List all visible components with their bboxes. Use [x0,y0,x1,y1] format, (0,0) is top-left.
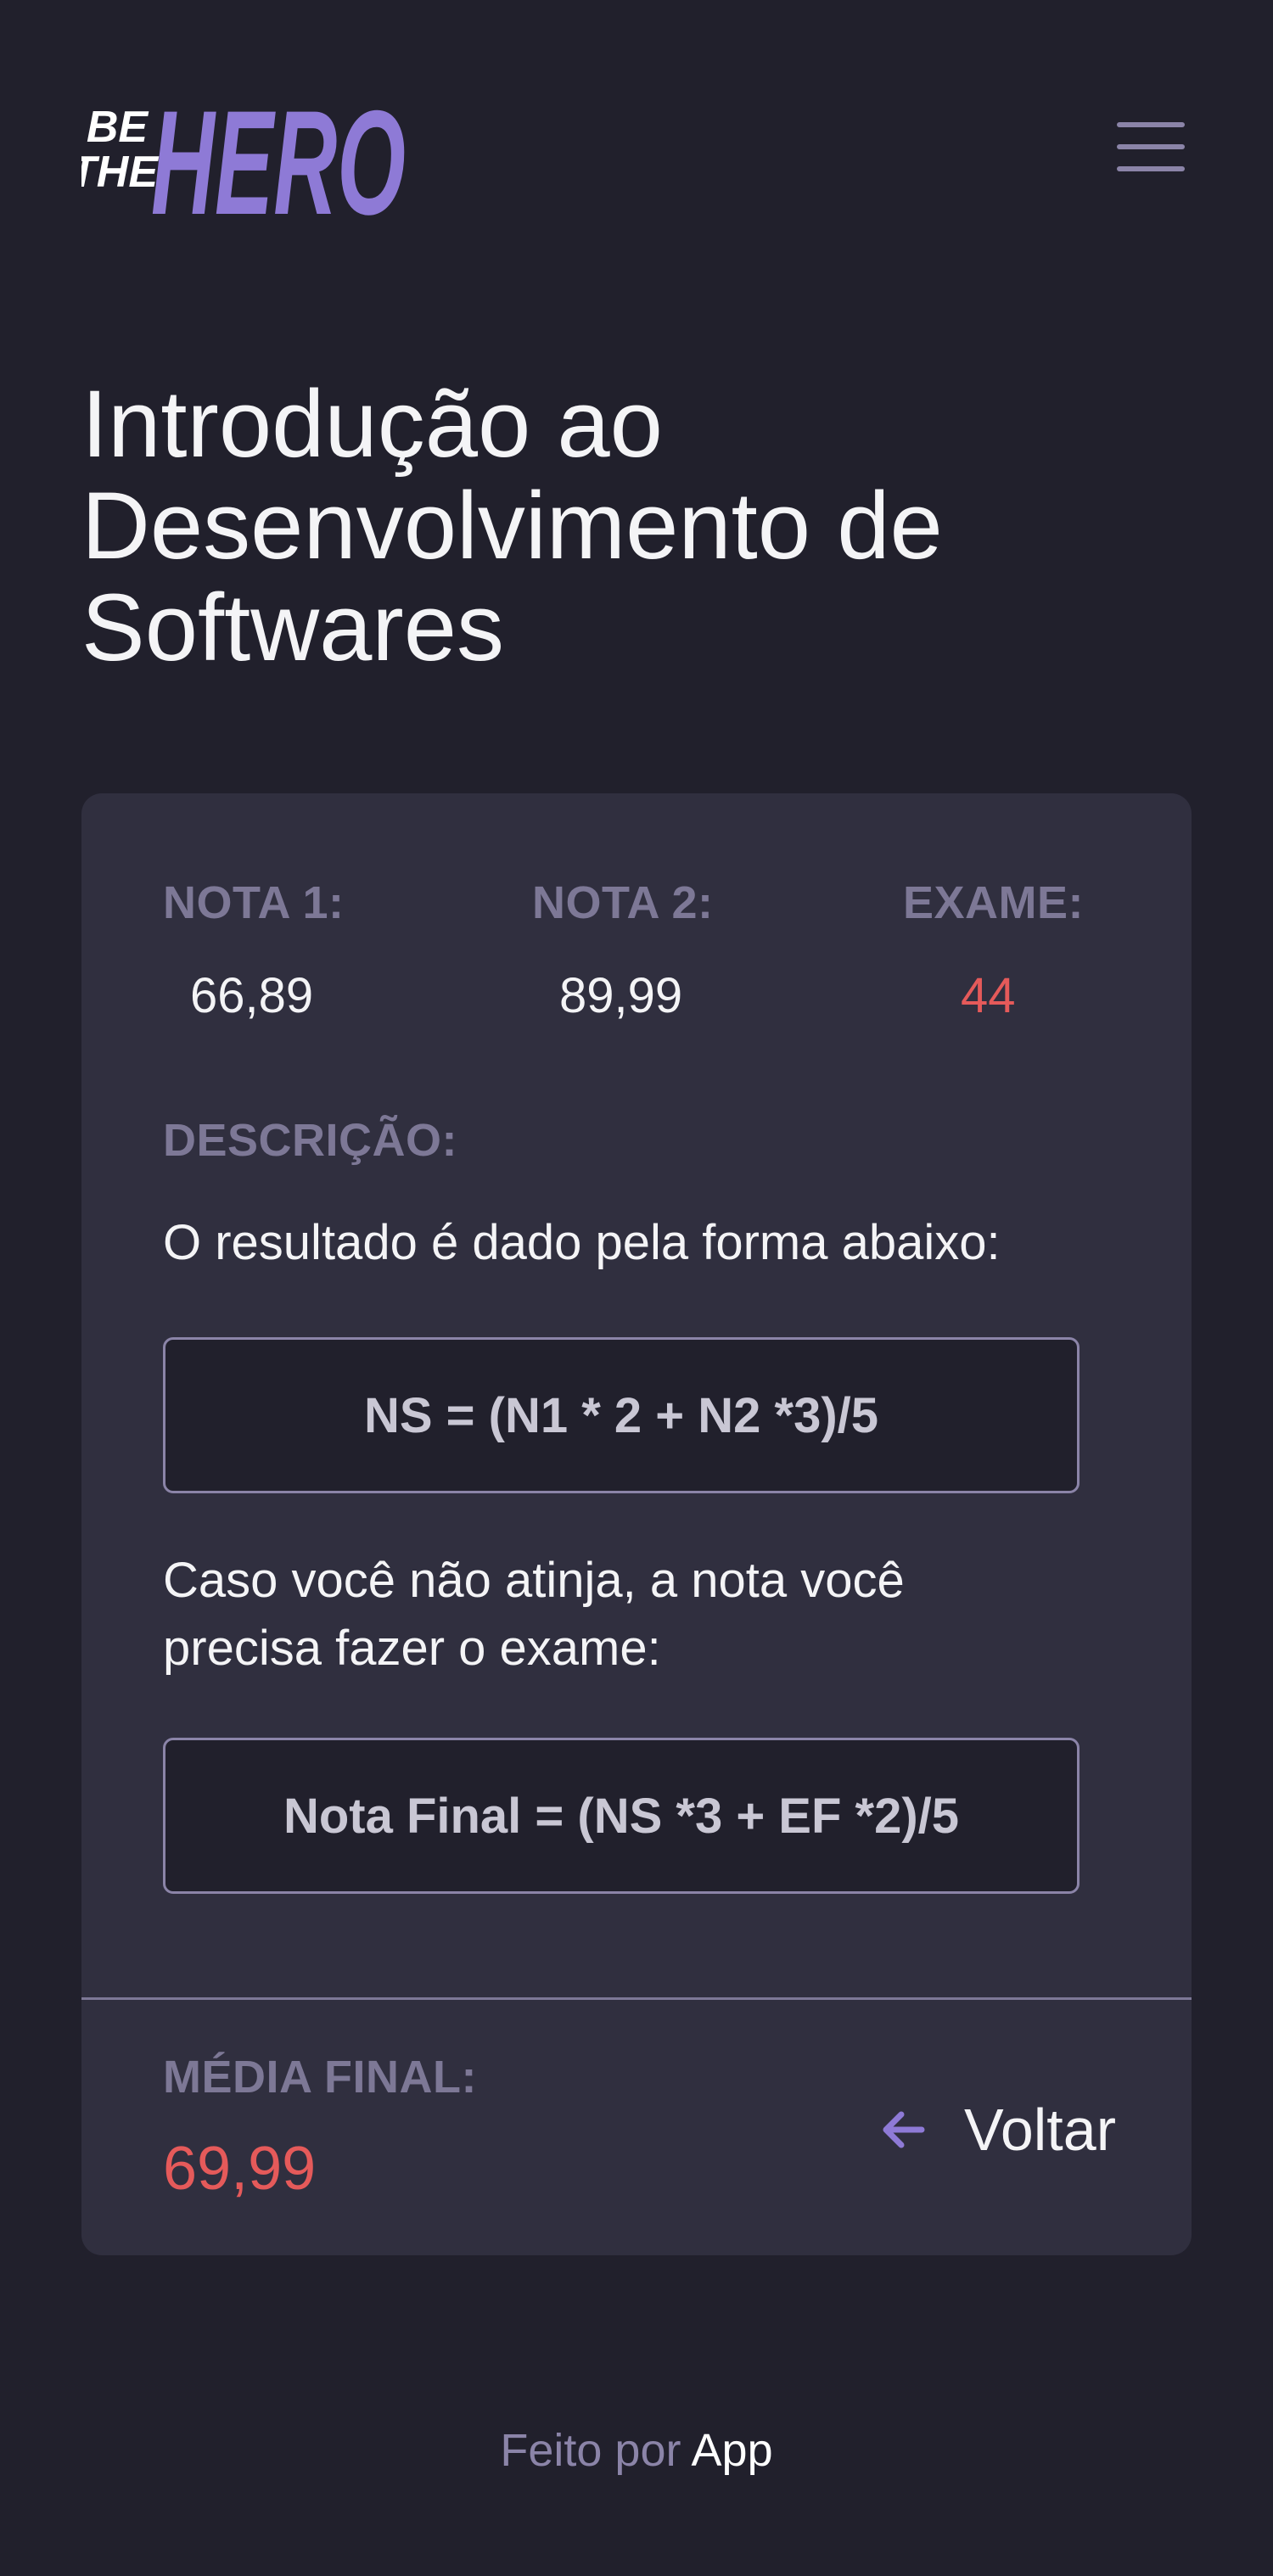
nota2-value: 89,99 [559,968,683,1023]
nota1-value: 66,89 [190,968,314,1023]
arrow-left-icon [883,2111,925,2148]
description-intro: O resultado é dado pela forma abaixo: [163,1215,1001,1270]
footer-brand-link[interactable]: App [692,2425,773,2476]
grade-card: NOTA 1: 66,89 NOTA 2: 89,99 EXAME: 44 DE… [81,793,1192,2255]
media-final-label: MÉDIA FINAL: [163,2052,477,2103]
back-button-label: Voltar [964,2097,1116,2163]
formula-ns-box: NS = (N1 * 2 + N2 *3)/5 [163,1337,1080,1493]
nota2-label: NOTA 2: [532,877,714,928]
media-final-value: 69,99 [163,2135,317,2203]
hamburger-menu-button[interactable] [1117,120,1190,175]
exame-value: 44 [961,968,1016,1023]
back-button[interactable]: Voltar [879,2092,1116,2168]
be-the-hero-logo[interactable]: BE THE HERO [81,78,412,221]
exam-explanation: Caso você não atinja, a nota você precis… [163,1553,905,1676]
exame-label: EXAME: [903,877,1085,928]
formula-final-box: Nota Final = (NS *3 + EF *2)/5 [163,1738,1080,1894]
card-divider [81,1997,1192,2000]
footer: Feito por App [0,2416,1273,2484]
footer-prefix: Feito por [500,2425,681,2476]
svg-text:HERO: HERO [151,81,406,221]
svg-text:BE: BE [87,103,149,152]
svg-text:THE: THE [81,148,159,197]
page-title: Introdução ao Desenvolvimento de Softwar… [81,371,943,680]
description-label: DESCRIÇÃO: [163,1115,458,1166]
nota1-label: NOTA 1: [163,877,345,928]
app-header: BE THE HERO [81,78,1193,222]
